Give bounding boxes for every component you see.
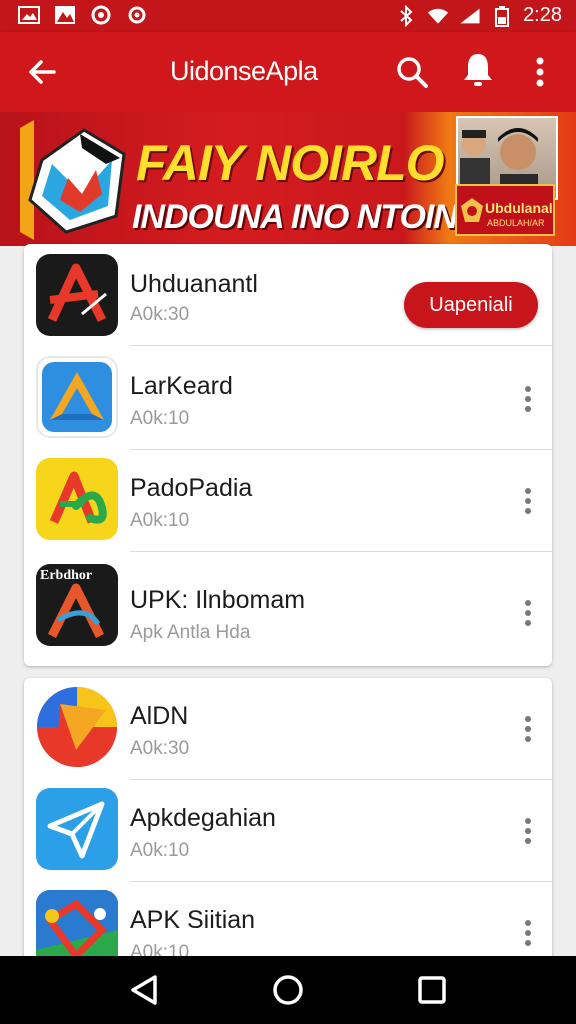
promo-banner[interactable]: FAIY NOIRLO INDOUNA INO NTOIN Ubdulanal … [0,112,576,246]
app-icon-yellow-a [36,458,118,540]
more-vert-icon [525,600,531,626]
nav-home-button[interactable] [268,970,308,1010]
app-icon-black-a: Erbdhor [36,564,118,646]
app-subtitle: A0k:10 [130,510,190,531]
app-subtitle: A0k:10 [130,840,190,861]
item-menu-button[interactable] [516,712,540,746]
emblem-icon [461,198,483,222]
more-vert-icon [525,716,531,742]
nav-back-button[interactable] [124,970,164,1010]
nav-home-icon [273,975,303,1005]
app-bar: UidonseApla [0,32,576,112]
banner-logo-icon [20,120,126,240]
list-item[interactable]: AlDN A0k:30 [24,678,552,780]
app-subtitle: Apk Antla Hda [130,622,251,643]
notification-button[interactable] [458,50,498,90]
system-nav-bar [0,956,576,1024]
gallery-icon [18,4,40,26]
more-vert-icon [525,488,531,514]
app-subtitle: A0k:10 [130,408,190,429]
list-item[interactable]: PadoPadia A0k:10 [24,450,552,552]
bell-icon [464,54,492,86]
status-bar: 2:28 [0,0,576,32]
app-icon-red-a [36,254,118,336]
bluetooth-icon [395,4,417,27]
app-icon-circle [36,686,118,768]
more-vert-icon [525,386,531,412]
more-vert-icon [536,57,544,87]
app-name: Apkdegahian [130,804,276,832]
app-list-card: AlDN A0k:30 Apkdegahian A0k:10 APK Siiti… [24,678,552,968]
app-name: AlDN [130,702,189,730]
image-icon [54,4,76,26]
app-name: Uhduanantl [130,270,258,298]
arrow-back-icon [29,60,56,84]
banner-headline: FAIY NOIRLO [136,135,445,191]
more-vert-icon [525,920,531,946]
install-button[interactable]: Uapeniali [404,282,538,328]
banner-subheadline: INDOUNA INO NTOIN [132,198,458,236]
divider [130,345,552,346]
nav-recents-button[interactable] [412,970,452,1010]
overflow-menu-button[interactable] [522,52,558,92]
app-list-card: Uhduanantl A0k:30 Uapeniali LarKeard A0k… [24,244,552,666]
item-menu-button[interactable] [516,814,540,848]
back-button[interactable] [22,52,62,92]
nav-back-icon [131,975,157,1005]
app-name: PadoPadia [130,474,253,502]
battery-icon [491,5,513,27]
app-icon-blue-triangle [36,356,118,438]
search-button[interactable] [392,52,432,92]
item-menu-button[interactable] [516,382,540,416]
app-subtitle: A0k:30 [130,304,190,325]
app-icon-paper-plane [36,788,118,870]
search-icon [397,57,428,88]
dot-icon [126,4,148,26]
more-vert-icon [525,818,531,844]
banner-badge: Ubdulanal ABDULAH/AR [455,184,555,236]
item-menu-button[interactable] [516,596,540,630]
app-name: LarKeard [130,372,233,400]
page-title: UidonseApla [170,56,318,86]
item-menu-button[interactable] [516,484,540,518]
record-icon [90,4,112,26]
app-subtitle: A0k:30 [130,738,190,759]
app-name: APK Siitian [130,906,256,934]
list-item[interactable]: Erbdhor UPK: Ilnbomam Apk Antla Hda [24,552,552,664]
list-item[interactable]: Uhduanantl A0k:30 Uapeniali [24,244,552,346]
list-item[interactable]: Apkdegahian A0k:10 [24,780,552,882]
signal-icon [459,5,481,27]
clock: 2:28 [523,4,562,26]
list-item[interactable]: LarKeard A0k:10 [24,348,552,450]
wifi-icon [427,5,449,27]
nav-recents-icon [418,976,446,1004]
app-name: UPK: Ilnbomam [130,586,306,614]
item-menu-button[interactable] [516,916,540,950]
